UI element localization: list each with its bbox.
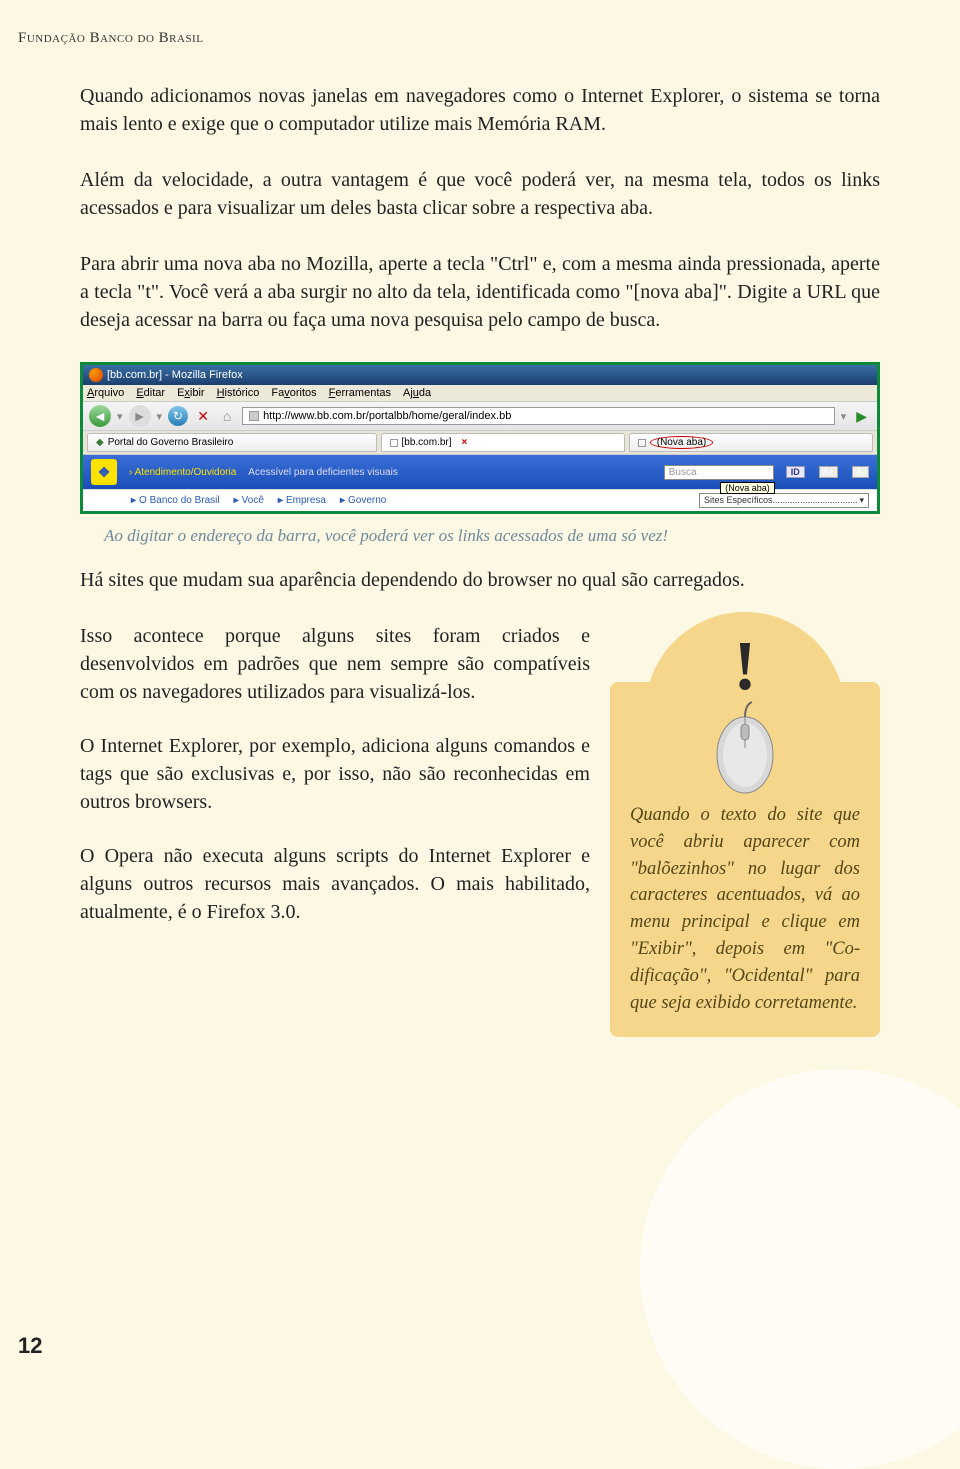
tab-label: Portal do Governo Brasileiro [108,437,234,448]
sites-especificos-select[interactable]: Sites Específicos.......................… [699,493,869,508]
menu-ajuda[interactable]: Ajuda [403,387,431,399]
paragraph-4: Há sites que mudam sua aparência depende… [80,566,880,594]
exclamation-icon: ! [733,627,756,707]
running-header: Fundação Banco do Brasil [18,30,203,47]
url-dropdown-icon[interactable]: ▾ [841,410,847,423]
window-titlebar: [bb.com.br] - Mozilla Firefox [83,365,877,385]
nav-toolbar: ◄ ▾ ► ▾ ↻ ✕ ⌂ http://www.bb.com.br/porta… [83,402,877,431]
paragraph-6: O Internet Explorer, por exemplo, adicio… [80,732,590,816]
sidebar-tip-text: Quando o texto do site que você abriu ap… [630,802,860,1017]
tab-close-icon[interactable]: × [462,437,468,448]
firefox-icon [89,368,103,382]
font-increase[interactable]: A+ [819,466,838,478]
figure-caption: Ao digitar o endereço da barra, você pod… [104,526,880,546]
nav-governo[interactable]: ▸Governo [340,495,386,506]
bb-logo-icon: ❖ [91,459,117,485]
stop-button[interactable]: ✕ [194,407,212,425]
left-column: Isso acontece porque alguns sites foram … [80,622,590,952]
address-bar[interactable]: http://www.bb.com.br/portalbb/home/geral… [242,407,835,425]
paragraph-5: Isso acontece porque alguns sites foram … [80,622,590,706]
tab-bar: ◆ Portal do Governo Brasileiro [bb.com.b… [83,431,877,455]
menu-editar[interactable]: Editar [136,387,165,399]
tab-label-highlighted: (Nova aba) [650,436,713,449]
nav-voce[interactable]: ▸Você [234,495,264,506]
back-button[interactable]: ◄ [89,405,111,427]
id-badge[interactable]: ID [786,466,805,478]
page-icon [249,411,259,421]
link-acessibilidade[interactable]: Acessível para deficientes visuais [248,467,398,478]
paragraph-3: Para abrir uma nova aba no Mozilla, aper… [80,250,880,334]
home-button[interactable]: ⌂ [218,407,236,425]
go-button[interactable]: ▶ [852,408,871,425]
menu-ferramentas[interactable]: Ferramentas [329,387,391,399]
menu-exibir[interactable]: Exibir [177,387,205,399]
forward-button[interactable]: ► [129,405,151,427]
firefox-screenshot: [bb.com.br] - Mozilla Firefox Arquivo Ed… [80,362,880,514]
menu-bar: Arquivo Editar Exibir Histórico Favorito… [83,385,877,402]
tab-portal-governo[interactable]: ◆ Portal do Governo Brasileiro [87,433,377,452]
reload-button[interactable]: ↻ [168,406,188,426]
tip-sidebar: ! Quando o texto do site que você abriu … [610,682,880,1037]
tooltip-nova-aba: (Nova aba) [720,482,775,494]
menu-favoritos[interactable]: Favoritos [271,387,316,399]
lower-section: Isso acontece porque alguns sites foram … [80,622,880,1037]
link-atendimento[interactable]: › Atendimento/Ouvidoria [129,467,236,478]
nav-banco[interactable]: ▸O Banco do Brasil [131,495,220,506]
url-text: http://www.bb.com.br/portalbb/home/geral… [263,410,511,422]
font-decrease[interactable]: A- [852,466,869,478]
menu-historico[interactable]: Histórico [217,387,260,399]
paragraph-2: Além da velocidade, a outra vantagem é q… [80,166,880,222]
menu-arquivo[interactable]: Arquivo [87,387,124,399]
nav-empresa[interactable]: ▸Empresa [278,495,326,506]
tab-label: [bb.com.br] [402,437,452,448]
page-number: 12 [18,1333,42,1359]
window-title: [bb.com.br] - Mozilla Firefox [107,369,243,381]
mouse-icon [710,700,780,795]
tab-nova-aba[interactable]: (Nova aba) [629,433,873,452]
main-content: Quando adicionamos novas janelas em nave… [80,82,880,1037]
paragraph-7: O Opera não executa alguns scripts do In… [80,842,590,926]
paragraph-1: Quando adicionamos novas janelas em nave… [80,82,880,138]
decorative-curve [640,1069,960,1469]
tab-bb[interactable]: [bb.com.br] × [381,433,625,452]
bb-header-strip: ❖ › Atendimento/Ouvidoria Acessível para… [83,455,877,489]
busca-input[interactable]: Busca (Nova aba) [664,465,774,480]
